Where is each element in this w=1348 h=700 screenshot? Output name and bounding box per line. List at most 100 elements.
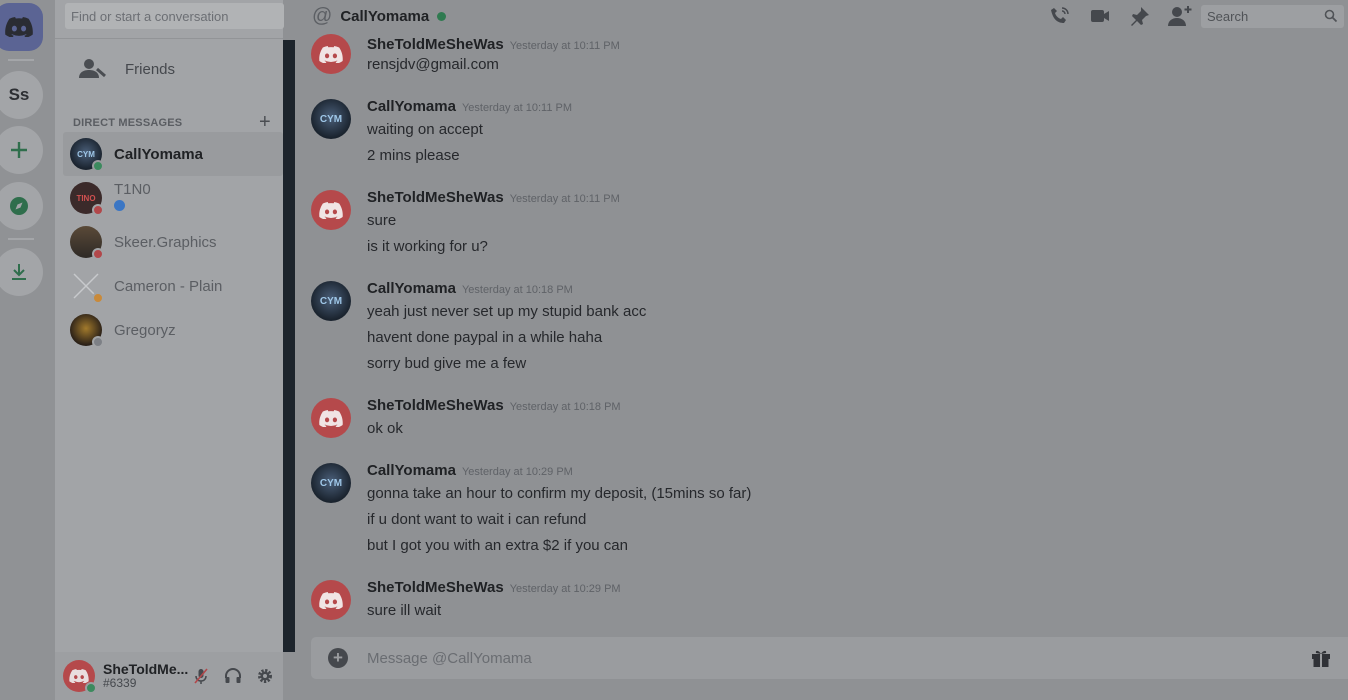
dnd-status-icon [92,248,104,260]
dm-name: T1N0 [114,180,151,198]
message-avatar[interactable] [311,34,351,74]
message-timestamp: Yesterday at 10:29 PM [509,583,621,595]
dm-item-gregoryz[interactable]: Gregoryz [63,308,283,352]
user-name: SheToldMe... [103,661,189,677]
compass-icon [10,197,28,215]
message-text: is it working for u? [367,238,488,255]
avatar [70,270,104,304]
message-timestamp: Yesterday at 10:11 PM [509,40,620,52]
message-avatar[interactable] [311,580,351,620]
avatar-text: CYM [77,149,95,159]
dm-section-header: DIRECT MESSAGES + [73,111,273,134]
at-icon: @ [312,4,333,27]
dnd-status-icon [92,204,104,216]
author-name: SheToldMeSheWas [367,36,504,53]
video-camera-icon [1091,10,1109,22]
create-dm-button[interactable]: + [257,111,273,134]
gift-button[interactable] [1311,648,1331,673]
dm-name: CallYomama [114,145,203,163]
message-author[interactable]: SheToldMeSheWas Yesterday at 10:18 PM [367,397,621,414]
message-author[interactable]: CallYomama Yesterday at 10:29 PM [367,462,573,479]
message-input[interactable]: Message @CallYomama [367,650,532,667]
avatar: TINO [70,182,104,216]
dm-name: Skeer.Graphics [114,233,217,251]
explore-servers-button[interactable] [0,182,43,230]
message-author[interactable]: SheToldMeSheWas Yesterday at 10:11 PM [367,189,620,206]
discord-logo-icon [319,201,343,219]
attach-button[interactable]: + [328,648,348,668]
message-avatar[interactable]: CYM [311,463,351,503]
header-search-input[interactable]: Search [1201,5,1344,28]
add-server-button[interactable] [0,126,43,174]
dm-item-callyomama[interactable]: CYM CallYomama [63,132,283,176]
user-avatar[interactable] [63,660,97,694]
dm-item-skeer-graphics[interactable]: Skeer.Graphics [63,220,283,264]
dm-item-t1n0[interactable]: TINO T1N0 [63,176,283,220]
message-text: sure ill wait [367,602,442,619]
author-name: CallYomama [367,280,456,297]
phone-icon [1051,7,1069,23]
video-call-button[interactable] [1080,4,1120,28]
author-name: CallYomama [367,462,456,479]
message-timestamp: Yesterday at 10:18 PM [461,284,573,296]
message-text: sure [367,212,397,229]
discord-logo-icon [319,409,343,427]
find-conversation-input[interactable]: Find or start a conversation [65,3,284,29]
deafen-button[interactable] [217,666,249,686]
user-tag: #6339 [103,676,137,690]
author-name: SheToldMeSheWas [367,579,504,596]
voice-call-button[interactable] [1040,4,1080,28]
message-text: if u dont want to wait i can refund [367,511,587,528]
dm-item-cameron-plain[interactable]: Cameron - Plain [63,264,283,308]
add-user-icon [1168,6,1192,26]
friends-nav-item[interactable]: Friends [65,50,275,88]
author-name: CallYomama [367,98,456,115]
add-friends-to-dm-button[interactable] [1160,4,1200,28]
avatar [70,226,104,260]
message-author[interactable]: CallYomama Yesterday at 10:18 PM [367,280,573,297]
pinned-messages-button[interactable] [1120,4,1160,28]
message-composer: + Message @CallYomama [311,637,1348,679]
search-placeholder: Search [1207,9,1249,24]
message-timestamp: Yesterday at 10:29 PM [461,466,573,478]
offline-status-icon [92,336,104,348]
author-name: SheToldMeSheWas [367,189,504,206]
mute-button[interactable] [185,666,217,686]
user-settings-button[interactable] [249,666,281,686]
home-button[interactable] [0,3,43,51]
friends-icon [79,59,106,78]
plus-icon [11,142,27,158]
rail-separator [8,238,34,240]
discord-logo-icon [5,17,33,37]
dm-name: Gregoryz [114,321,176,339]
avatar-text: CYM [319,113,343,125]
online-status-icon [437,11,447,21]
message-timestamp: Yesterday at 10:11 PM [461,102,573,114]
message-author[interactable]: CallYomama Yesterday at 10:11 PM [367,98,572,115]
channel-title: CallYomama [340,7,430,25]
gift-icon [1312,650,1330,667]
idle-status-icon [92,292,104,304]
avatar: CYM [70,138,104,172]
message-text: gonna take an hour to confirm my deposit… [367,485,752,502]
download-apps-button[interactable] [0,248,43,296]
message-author[interactable]: SheToldMeSheWas Yesterday at 10:29 PM [367,579,621,596]
server-ss[interactable]: Ss [0,71,43,119]
author-name: SheToldMeSheWas [367,397,504,414]
message-text: havent done paypal in a while haha [367,329,603,346]
message-avatar[interactable] [311,398,351,438]
message-text: yeah just never set up my stupid bank ac… [367,303,647,320]
dm-sidebar: Find or start a conversation Friends DIR… [55,0,284,700]
online-status-icon [92,160,104,172]
user-panel: SheToldMe... #6339 [55,652,283,700]
verified-icon [114,199,125,211]
message-author[interactable]: SheToldMeSheWas Yesterday at 10:11 PM [367,36,620,53]
download-icon [12,264,26,280]
message-text: rensjdv@gmail.com [367,56,499,73]
divider [55,38,283,39]
message-avatar[interactable]: CYM [311,99,351,139]
headphones-icon [225,668,241,683]
message-avatar[interactable] [311,190,351,230]
message-avatar[interactable]: CYM [311,281,351,321]
message-list: SheToldMeSheWas Yesterday at 10:11 PM ren… [295,32,1348,636]
